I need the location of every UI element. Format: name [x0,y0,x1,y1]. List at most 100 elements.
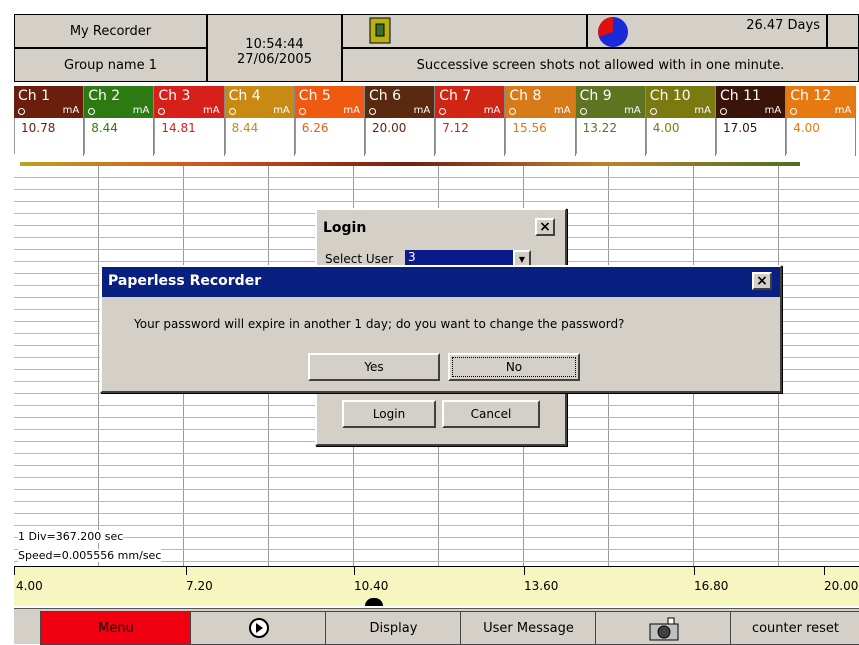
channel-unit: mA [483,105,501,116]
channel-5[interactable]: Ch 5 mA 6.26 [294,86,365,156]
channel-dot-icon [439,108,447,115]
channel-11[interactable]: Ch 11 mA 17.05 [716,86,787,156]
channel-unit: mA [694,105,711,116]
counter-reset-button[interactable]: counter reset [730,611,859,645]
clock-time: 10:54:44 [245,37,304,52]
channel-name: Ch 9 [579,88,612,104]
cancel-button[interactable]: Cancel [442,400,540,428]
channel-name: Ch 5 [298,88,331,104]
screenshot-button[interactable] [595,611,732,645]
channel-dot-icon [720,108,727,115]
channel-value: 6.26 [294,118,364,154]
channel-tag: Ch 11 mA [716,86,786,118]
channel-unit: mA [62,105,80,116]
channel-unit: mA [764,105,782,116]
chevron-down-icon: ▼ [518,254,526,264]
channel-dot-icon [88,108,96,115]
channel-dot-icon [509,108,517,115]
login-close-button[interactable]: × [535,218,555,236]
scale-label: 20.00 [824,579,859,593]
channel-dot-icon [228,108,236,115]
display-button[interactable]: Display [325,611,462,645]
channel-3[interactable]: Ch 3 mA 14.81 [154,86,225,156]
channel-value: 8.44 [224,118,294,154]
channel-dot-icon [158,108,166,115]
header-spacer [827,14,859,48]
dialog-close-button[interactable]: × [752,272,772,290]
channel-name: Ch 4 [228,88,261,104]
channel-name: Ch 3 [158,88,191,104]
scale-label: 4.00 [16,579,43,593]
channel-unit: mA [553,105,571,116]
channel-unit: mA [273,105,290,116]
channel-6[interactable]: Ch 6 mA 20.00 [365,86,436,156]
login-title: Login [323,220,367,236]
channel-tag: Ch 10 mA [645,86,715,118]
dialog-titlebar: Paperless Recorder × [102,267,780,297]
scale-label: 7.20 [186,579,213,593]
channel-tag: Ch 4 mA [224,86,294,118]
datetime-panel: 10:54:44 27/06/2005 [207,14,342,82]
channel-name: Ch 2 [88,88,121,104]
days-panel: 26.47 Days [587,14,827,48]
channel-value: 17.05 [716,118,786,154]
no-button[interactable]: No [448,353,580,381]
speed-info: Speed=0.005556 mm/sec [18,549,162,562]
yes-button[interactable]: Yes [308,353,440,381]
dialog-title: Paperless Recorder [108,273,262,289]
memory-card-icon [369,17,391,44]
camera-icon [649,617,678,641]
channel-name: Ch 12 [790,88,832,104]
group-name: Group name 1 [14,48,207,82]
channel-8[interactable]: Ch 8 mA 15.56 [505,86,576,156]
channel-unit: mA [624,105,641,116]
login-button[interactable]: Login [342,400,436,428]
channel-tag: Ch 6 mA [365,86,435,118]
channel-2[interactable]: Ch 2 mA 8.44 [84,86,155,156]
scale-tick [186,567,187,575]
channel-value: 14.81 [154,118,224,154]
channel-dot-icon [579,108,587,115]
recorder-name: My Recorder [14,14,207,48]
channel-9[interactable]: Ch 9 mA 13.22 [575,86,646,156]
pie-status-icon [598,17,628,47]
scale-label: 10.40 [354,579,389,593]
play-button[interactable] [190,611,327,645]
scale-label: 13.60 [524,579,559,593]
channel-tag: Ch 8 mA [505,86,575,118]
scale-tick [694,567,695,575]
channel-value: 10.78 [14,118,84,154]
channel-tag: Ch 3 mA [154,86,224,118]
channel-dot-icon [649,108,657,115]
channel-unit: mA [343,105,360,116]
channel-1[interactable]: Ch 1 mA 10.78 [14,86,85,156]
bottom-toolbar: Menu Display User Message counter reset [14,608,859,645]
channel-dot-icon [369,108,376,115]
channel-name: Ch 1 [18,88,51,104]
channel-tag: Ch 7 mA [435,86,505,118]
channel-name: Ch 8 [509,88,542,104]
user-message-button[interactable]: User Message [460,611,597,645]
channel-name: Ch 6 [369,88,402,104]
days-remaining: 26.47 Days [746,17,820,33]
scale-bar: 4.00 7.20 10.40 13.60 16.80 20.00 [14,566,859,606]
channel-tag: Ch 2 mA [84,86,154,118]
memory-panel [342,14,587,48]
div-info: 1 Div=367.200 sec [18,530,124,543]
channel-value: 13.22 [575,118,645,154]
scale-tick [824,567,825,575]
scale-marker-icon [365,598,383,606]
channel-name: Ch 10 [649,88,691,104]
channel-tag: Ch 12 mA [786,86,856,118]
close-icon: × [539,219,551,235]
channel-12[interactable]: Ch 12 mA 4.00 [786,86,857,156]
channel-tag: Ch 9 mA [575,86,645,118]
scale-tick [14,567,15,575]
select-user-label: Select User [325,252,394,266]
channel-10[interactable]: Ch 10 mA 4.00 [645,86,716,156]
channel-4[interactable]: Ch 4 mA 8.44 [224,86,295,156]
channel-value: 4.00 [645,118,715,154]
close-icon: × [756,273,768,289]
channel-7[interactable]: Ch 7 mA 7.12 [435,86,506,156]
menu-button[interactable]: Menu [40,611,192,645]
